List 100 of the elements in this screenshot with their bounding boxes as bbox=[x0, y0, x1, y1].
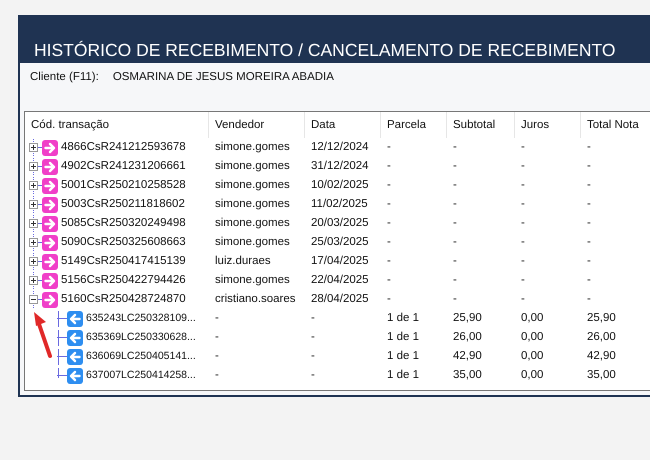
expand-icon[interactable] bbox=[29, 143, 38, 152]
column-header[interactable]: Total Nota bbox=[581, 112, 650, 138]
right-arrow-icon bbox=[42, 140, 58, 156]
table-cell-text: - bbox=[586, 254, 592, 269]
table-cell-text: - bbox=[586, 292, 592, 307]
column-header[interactable]: Parcela bbox=[381, 112, 447, 138]
table-cell-text: 635243LC250328109... bbox=[86, 310, 196, 326]
table-cell-text: simone.gomes bbox=[214, 234, 291, 250]
table-cell-text: - bbox=[214, 348, 220, 364]
table-cell-text: 1 de 1 bbox=[386, 368, 420, 383]
right-arrow-icon bbox=[42, 234, 58, 250]
right-arrow-icon bbox=[42, 254, 58, 270]
table-cell-text: - bbox=[386, 292, 392, 307]
table-cell-text: 17/04/2025 bbox=[310, 254, 370, 269]
table-cell-text: luiz.duraes bbox=[214, 254, 272, 269]
expand-icon[interactable] bbox=[29, 219, 38, 228]
expand-icon[interactable] bbox=[29, 181, 38, 190]
table-cell-text: 42,90 bbox=[452, 348, 483, 364]
table-cell-text: - bbox=[520, 178, 526, 193]
table-cell-text: - bbox=[386, 254, 392, 269]
table-cell-text: - bbox=[452, 254, 458, 269]
table-cell-text: - bbox=[310, 310, 316, 326]
table-cell-text: simone.gomes bbox=[214, 196, 291, 212]
expand-icon[interactable] bbox=[29, 257, 38, 266]
table-cell-text: 4902CsR241231206661 bbox=[61, 158, 186, 174]
table-cell-text: - bbox=[586, 178, 592, 193]
table-cell-text: 0,00 bbox=[520, 310, 544, 326]
table-cell-text: simone.gomes bbox=[214, 272, 291, 288]
right-arrow-icon bbox=[42, 196, 58, 212]
table-cell-text: - bbox=[452, 196, 458, 212]
table-cell-text: - bbox=[214, 330, 220, 345]
table-cell-text: - bbox=[586, 140, 592, 155]
client-name: OSMARINA DE JESUS MOREIRA ABADIA bbox=[112, 70, 334, 85]
table-cell-text: 0,00 bbox=[520, 348, 544, 364]
table-cell-text: 11/02/2025 bbox=[310, 196, 369, 212]
window-title: HISTÓRICO DE RECEBIMENTO / CANCELAMENTO DE RECEBIMENTO bbox=[34, 39, 616, 61]
table-cell-text: - bbox=[452, 178, 458, 193]
table-cell-text: 31/12/2024 bbox=[310, 158, 370, 174]
expand-icon[interactable] bbox=[29, 276, 38, 285]
right-arrow-icon bbox=[42, 178, 58, 194]
left-arrow-icon bbox=[67, 368, 83, 384]
expand-icon[interactable] bbox=[29, 162, 38, 171]
client-label: Cliente (F11): bbox=[30, 70, 99, 85]
table-cell-text: - bbox=[310, 348, 316, 364]
table-cell-text: 5090CsR250325608663 bbox=[61, 234, 186, 250]
table-cell-text: - bbox=[386, 196, 392, 212]
table-cell-text: 12/12/2024 bbox=[310, 140, 370, 155]
table-cell-text: - bbox=[386, 234, 392, 250]
right-arrow-icon bbox=[42, 272, 58, 288]
table-cell-text: 26,00 bbox=[452, 330, 483, 345]
column-header[interactable]: Subtotal bbox=[447, 112, 515, 138]
table-cell-text: - bbox=[386, 216, 392, 231]
table-cell-text: - bbox=[586, 234, 592, 250]
table-cell-text: - bbox=[520, 158, 526, 174]
column-header[interactable]: Data bbox=[305, 112, 381, 138]
left-arrow-icon bbox=[67, 330, 83, 346]
table-cell-text: 35,00 bbox=[586, 368, 617, 383]
right-arrow-icon bbox=[42, 292, 58, 308]
table-cell-text: - bbox=[452, 234, 458, 250]
table-cell-text: 22/04/2025 bbox=[310, 272, 370, 288]
table-cell-text: 25,90 bbox=[586, 310, 617, 326]
table-cell-text: simone.gomes bbox=[214, 158, 291, 174]
table-cell-text: 5001CsR250210258528 bbox=[61, 178, 186, 193]
table-cell-text: - bbox=[520, 254, 526, 269]
table-cell-text: - bbox=[452, 140, 458, 155]
table-cell-text: - bbox=[214, 368, 220, 383]
table-cell-text: - bbox=[452, 158, 458, 174]
table-cell-text: 42,90 bbox=[586, 348, 617, 364]
table-cell-text: 4866CsR241212593678 bbox=[61, 140, 186, 155]
table-cell-text: - bbox=[520, 140, 526, 155]
table-cell-text: - bbox=[214, 310, 220, 326]
table-cell-text: simone.gomes bbox=[214, 140, 291, 155]
table-cell-text: 10/02/2025 bbox=[310, 178, 370, 193]
column-header[interactable]: Juros bbox=[515, 112, 581, 138]
table-cell-text: 35,00 bbox=[452, 368, 483, 383]
column-header[interactable]: Vendedor bbox=[209, 112, 305, 138]
expand-icon[interactable] bbox=[29, 200, 38, 209]
table-cell-text: - bbox=[520, 216, 526, 231]
table-cell-text: 5156CsR250422794426 bbox=[61, 272, 186, 288]
table-cell-text: - bbox=[586, 272, 592, 288]
table-cell-text: - bbox=[452, 292, 458, 307]
table-cell-text: - bbox=[452, 272, 458, 288]
table-cell-text: 20/03/2025 bbox=[310, 216, 370, 231]
table-cell-text: 5085CsR250320249498 bbox=[61, 216, 186, 231]
column-header[interactable]: Cód. transação bbox=[25, 112, 209, 138]
table-cell-text: 637007LC250414258... bbox=[86, 368, 196, 383]
table-cell-text: - bbox=[586, 196, 592, 212]
table-cell-text: cristiano.soares bbox=[214, 292, 297, 307]
table-cell-text: 1 de 1 bbox=[386, 330, 420, 345]
table-cell-text: - bbox=[586, 158, 592, 174]
table-cell-text: 26,00 bbox=[586, 330, 617, 345]
table-cell-text: 5149CsR250417415139 bbox=[61, 254, 186, 269]
table-cell-text: 5003CsR250211818602 bbox=[61, 196, 185, 212]
collapse-icon[interactable] bbox=[29, 295, 38, 304]
table-cell-text: - bbox=[386, 158, 392, 174]
table-cell-text: - bbox=[386, 272, 392, 288]
left-arrow-icon bbox=[67, 310, 83, 326]
table-cell-text: - bbox=[520, 272, 526, 288]
table-cell-text: 28/04/2025 bbox=[310, 292, 370, 307]
expand-icon[interactable] bbox=[29, 238, 38, 247]
